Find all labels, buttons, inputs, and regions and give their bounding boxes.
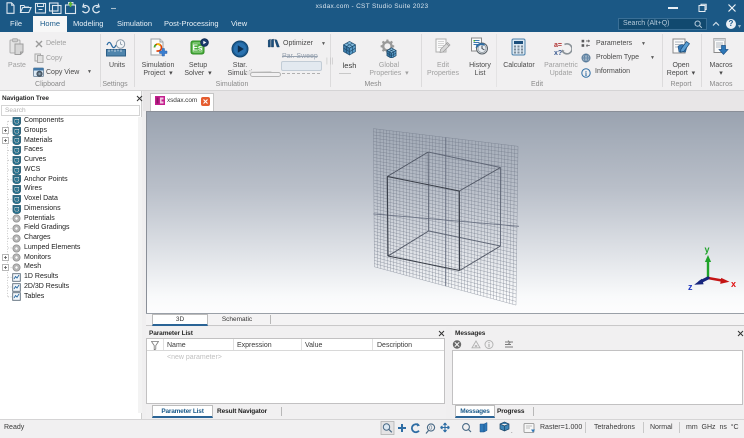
svg-text:z: z [688, 282, 693, 292]
svg-text:a=: a= [554, 42, 562, 49]
svg-text:x: x [731, 279, 736, 289]
svg-text:i: i [585, 69, 587, 77]
svg-text:.: . [511, 429, 513, 435]
svg-text:y: y [705, 245, 710, 255]
svg-text:0: 0 [429, 426, 432, 432]
svg-text:x?: x? [554, 50, 562, 57]
